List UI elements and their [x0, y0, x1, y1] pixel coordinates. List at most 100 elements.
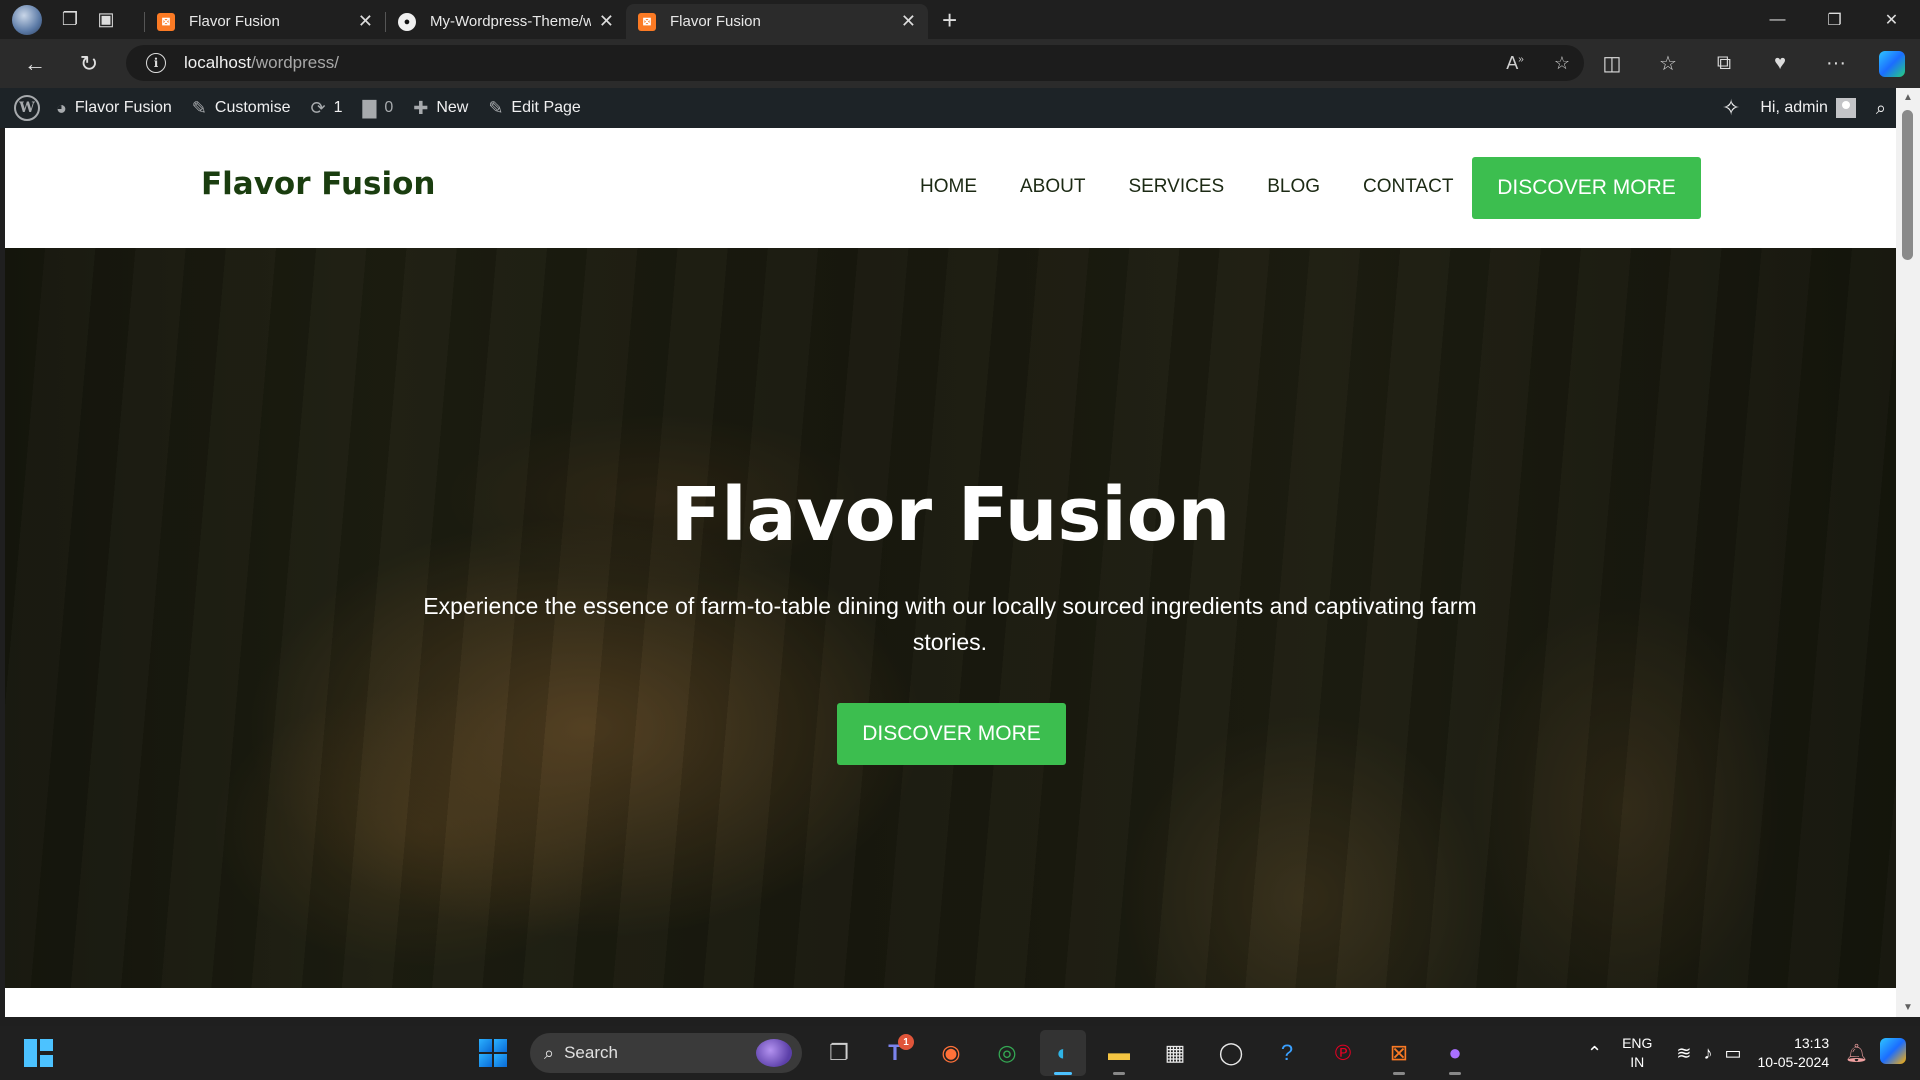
user-avatar — [1835, 98, 1856, 118]
profile-avatar[interactable] — [12, 4, 42, 35]
url-path: /wordpress/ — [251, 53, 339, 72]
wp-edit-page[interactable]: ✎ Edit Page — [478, 88, 590, 128]
widgets-icon[interactable] — [24, 1039, 54, 1067]
hero-title: Flavor Fusion — [670, 472, 1231, 558]
copilot-icon[interactable] — [1864, 50, 1920, 77]
language-indicator[interactable]: ENG IN — [1622, 1034, 1652, 1072]
region-code: IN — [1630, 1054, 1645, 1070]
refresh-icon[interactable]: ↻ — [62, 44, 116, 84]
notification-bell-icon[interactable]: 🔔︎ — [1845, 1043, 1868, 1064]
wp-site-name[interactable]: ◕ Flavor Fusion — [46, 88, 182, 128]
site-header: Flavor Fusion HOME ABOUT SERVICES BLOG C… — [5, 128, 1896, 248]
task-view-icon[interactable]: ❐ — [816, 1030, 862, 1076]
close-tab-icon[interactable]: ✕ — [599, 11, 614, 32]
edge-icon[interactable]: ◐ — [1040, 1030, 1086, 1076]
start-button[interactable] — [470, 1030, 516, 1076]
ai-sparkle-icon[interactable]: ✧ — [1712, 88, 1750, 128]
running-app-indicator — [1449, 1072, 1461, 1075]
site-nav: HOME ABOUT SERVICES BLOG CONTACT — [920, 176, 1453, 198]
battery-icon[interactable]: ▭ — [1725, 1043, 1742, 1064]
search-icon[interactable]: ⌕ — [1866, 88, 1896, 128]
close-window-icon[interactable]: ✕ — [1863, 0, 1920, 39]
favorite-star-icon[interactable]: ☆ — [1554, 53, 1570, 74]
hero-content: Flavor Fusion Experience the essence of … — [5, 248, 1896, 988]
active-app-indicator — [1054, 1072, 1072, 1075]
hero-discover-more-button[interactable]: DISCOVER MORE — [837, 703, 1066, 765]
wordpress-logo-icon[interactable]: W — [14, 95, 40, 121]
browser-tab-1[interactable]: ⊠ Flavor Fusion ✕ — [145, 4, 385, 39]
running-app-indicator — [1113, 1072, 1125, 1075]
browser-tab-2[interactable]: ● My-Wordpress-Theme/wordpres ✕ — [386, 4, 626, 39]
wp-new-label: New — [436, 99, 469, 116]
volume-icon[interactable]: ♪ — [1704, 1043, 1713, 1064]
collections-icon[interactable]: ⧉ — [1696, 52, 1752, 75]
file-explorer-icon[interactable]: ▬ — [1096, 1030, 1142, 1076]
nav-home[interactable]: HOME — [920, 176, 977, 198]
teams-badge: 1 — [898, 1034, 914, 1050]
microsoft-store-icon[interactable]: ▦ — [1152, 1030, 1198, 1076]
restore-icon[interactable]: ❐ — [1806, 0, 1863, 39]
ubuntu-icon[interactable]: ◯ — [1208, 1030, 1254, 1076]
tab-title: Flavor Fusion — [189, 13, 280, 30]
nav-contact[interactable]: CONTACT — [1363, 176, 1453, 198]
page-scrollbar[interactable]: ▲ ▼ — [1896, 88, 1920, 1017]
nav-about[interactable]: ABOUT — [1020, 176, 1085, 198]
wp-admin-bar-right: ✧ Hi, admin ⌕ — [1712, 88, 1896, 128]
github-desktop-icon[interactable]: ● — [1432, 1030, 1478, 1076]
pinterest-icon[interactable]: ℗ — [1320, 1030, 1366, 1076]
scroll-down-icon[interactable]: ▼ — [1896, 1002, 1920, 1013]
wp-my-account[interactable]: Hi, admin — [1750, 88, 1866, 128]
copilot-taskbar-icon[interactable] — [1880, 1037, 1906, 1069]
help-icon[interactable]: ? — [1264, 1030, 1310, 1076]
search-highlight-icon — [756, 1039, 792, 1067]
xampp-icon: ⊠ — [157, 12, 175, 31]
favorites-icon[interactable]: ☆ — [1640, 51, 1696, 76]
header-discover-more-button[interactable]: DISCOVER MORE — [1472, 157, 1701, 219]
firefox-icon[interactable]: ◉ — [928, 1030, 974, 1076]
web-page: Flavor Fusion HOME ABOUT SERVICES BLOG C… — [5, 128, 1896, 1017]
address-bar[interactable]: i localhost/wordpress/ A» ☆ — [126, 45, 1584, 81]
xampp-taskbar-icon[interactable]: ⊠ — [1376, 1030, 1422, 1076]
tab-actions-icon[interactable]: ▣ — [88, 5, 124, 35]
window-controls: — ❐ ✕ — [1749, 0, 1920, 39]
xampp-icon: ⊠ — [638, 12, 656, 31]
close-tab-icon[interactable]: ✕ — [901, 11, 916, 32]
taskbar-apps: ⌕ Search ❐ T 1 ◉ ◎ ◐ ▬ ▦ ◯ ? ℗ ⊠ ● — [470, 1026, 1478, 1080]
browser-tab-strip: ❐ ▣ ⊠ Flavor Fusion ✕ ● My-Wordpress-The… — [0, 0, 1920, 39]
site-info-icon[interactable]: i — [146, 53, 166, 73]
updates-icon: ⟳ — [310, 97, 326, 118]
workspaces-icon[interactable]: ❐ — [52, 5, 88, 35]
dashboard-icon: ◕ — [56, 97, 67, 118]
minimize-icon[interactable]: — — [1749, 0, 1806, 39]
taskbar-search[interactable]: ⌕ Search — [530, 1033, 802, 1073]
windows-logo-icon — [479, 1039, 507, 1067]
browser-essentials-icon[interactable]: ♥ — [1752, 52, 1808, 75]
browser-tab-3[interactable]: ⊠ Flavor Fusion ✕ — [626, 4, 928, 39]
clock[interactable]: 13:13 10-05-2024 — [1758, 1034, 1830, 1072]
nav-blog[interactable]: BLOG — [1267, 176, 1320, 198]
url-host: localhost — [184, 53, 252, 72]
taskbar-search-label: Search — [564, 1043, 618, 1062]
hero-subtitle: Experience the essence of farm-to-table … — [423, 593, 1477, 655]
wp-comments[interactable]: ▇ 0 — [352, 88, 403, 128]
wp-updates[interactable]: ⟳ 1 — [300, 88, 352, 128]
nav-services[interactable]: SERVICES — [1128, 176, 1224, 198]
scroll-up-icon[interactable]: ▲ — [1896, 92, 1920, 103]
wp-updates-count: 1 — [333, 99, 343, 116]
new-tab-icon[interactable]: + — [942, 5, 957, 36]
wifi-icon[interactable]: ≋ — [1676, 1043, 1691, 1064]
scrollbar-thumb[interactable] — [1902, 110, 1913, 260]
site-logo[interactable]: Flavor Fusion — [201, 166, 435, 202]
wp-admin-bar: W ◕ Flavor Fusion ✎ Customise ⟳ 1 ▇ 0 ✚ … — [0, 88, 1896, 128]
read-aloud-icon[interactable]: A» — [1506, 53, 1524, 74]
chevron-up-icon[interactable]: ⌃ — [1587, 1043, 1602, 1064]
back-icon[interactable]: ← — [8, 44, 62, 84]
close-tab-icon[interactable]: ✕ — [358, 11, 373, 32]
split-screen-icon[interactable]: ◫ — [1584, 51, 1640, 76]
teams-icon[interactable]: T 1 — [872, 1030, 918, 1076]
wp-new[interactable]: ✚ New — [403, 88, 478, 128]
more-options-icon[interactable]: ··· — [1808, 52, 1864, 75]
wp-customise[interactable]: ✎ Customise — [182, 88, 301, 128]
tab-title: My-Wordpress-Theme/wordpres — [430, 13, 591, 30]
chrome-icon[interactable]: ◎ — [984, 1030, 1030, 1076]
